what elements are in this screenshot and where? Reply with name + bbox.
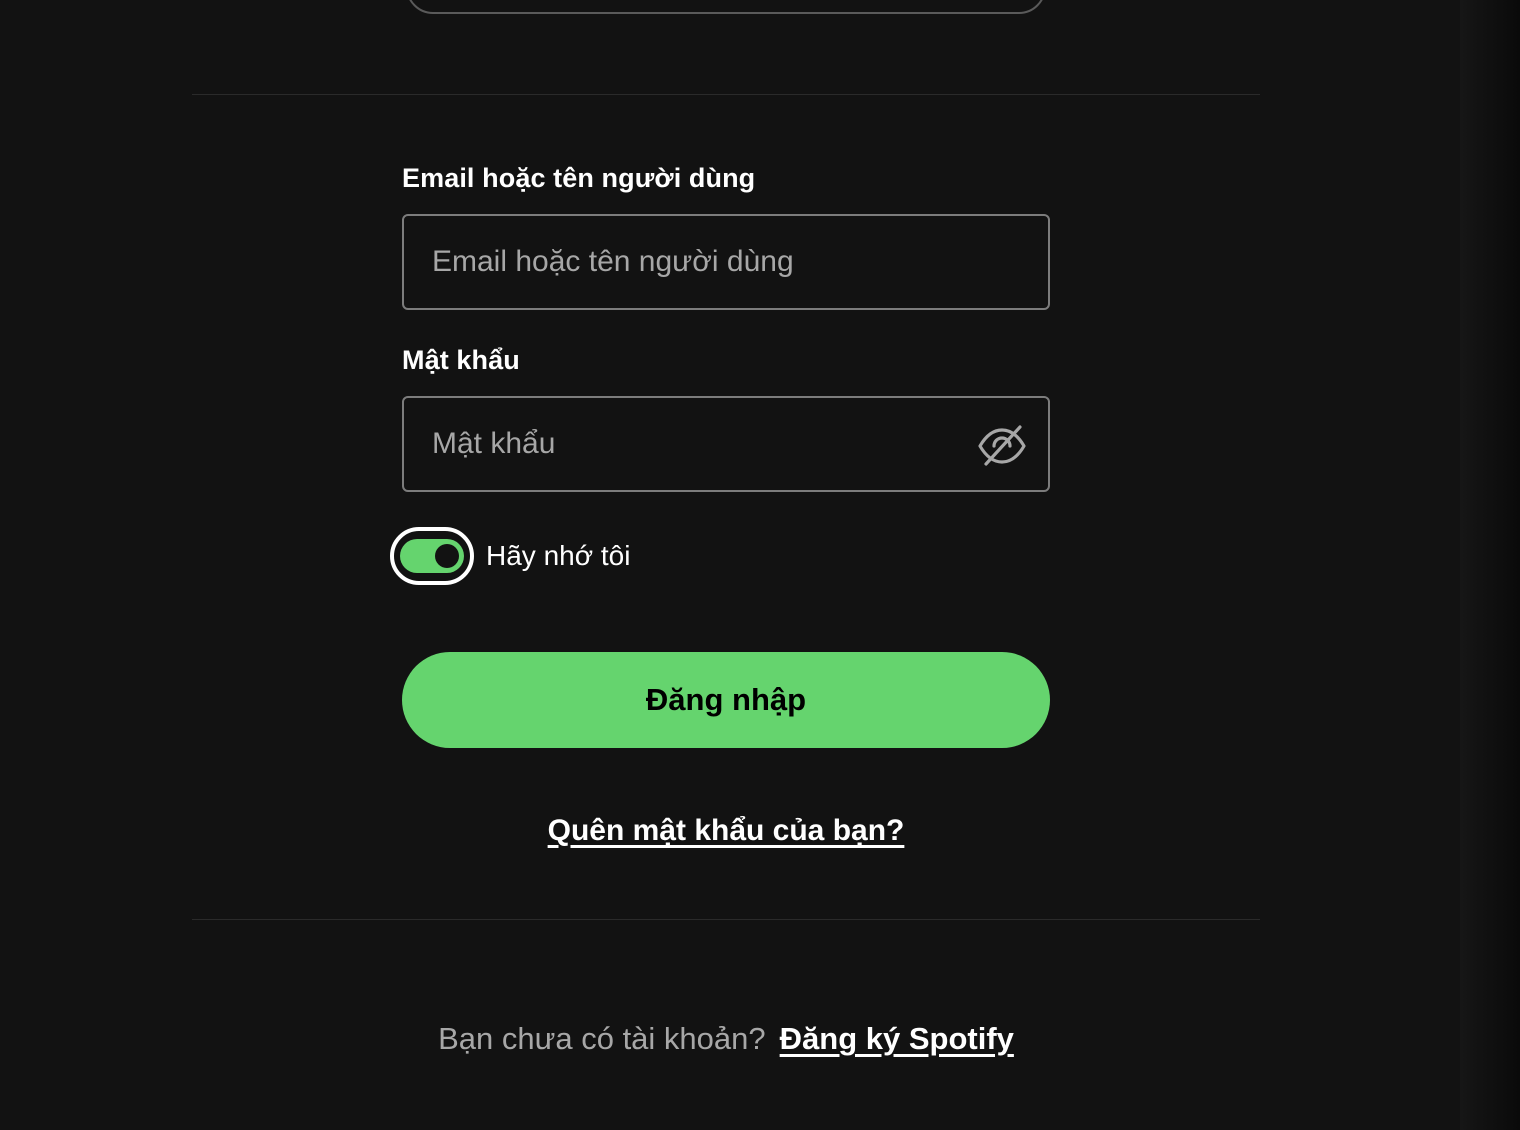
toggle-track [400,539,464,573]
bottom-divider [192,919,1260,920]
social-login-button-partial[interactable] [406,0,1046,14]
eye-off-icon[interactable] [976,420,1028,472]
login-page: Email hoặc tên người dùng Mật khẩu Hãy n… [0,0,1520,1130]
remember-me-row: Hãy nhớ tôi [390,527,630,585]
login-button[interactable]: Đăng nhập [402,652,1050,748]
password-label: Mật khẩu [402,345,520,375]
email-field[interactable] [404,216,1048,308]
signup-link[interactable]: Đăng ký Spotify [780,1021,1014,1056]
password-field[interactable] [404,398,1048,490]
toggle-knob [435,544,459,568]
no-account-text: Bạn chưa có tài khoản? [438,1021,766,1056]
remember-me-toggle[interactable] [390,527,474,585]
signup-row: Bạn chưa có tài khoản? Đăng ký Spotify [0,1021,1452,1057]
top-divider [192,94,1260,95]
forgot-password-link[interactable]: Quên mật khẩu của bạn? [548,814,905,847]
email-field-container [402,214,1050,310]
email-label: Email hoặc tên người dùng [402,163,756,193]
forgot-password-row: Quên mật khẩu của bạn? [0,814,1452,848]
remember-me-label: Hãy nhớ tôi [486,540,631,571]
password-field-container [402,396,1050,492]
